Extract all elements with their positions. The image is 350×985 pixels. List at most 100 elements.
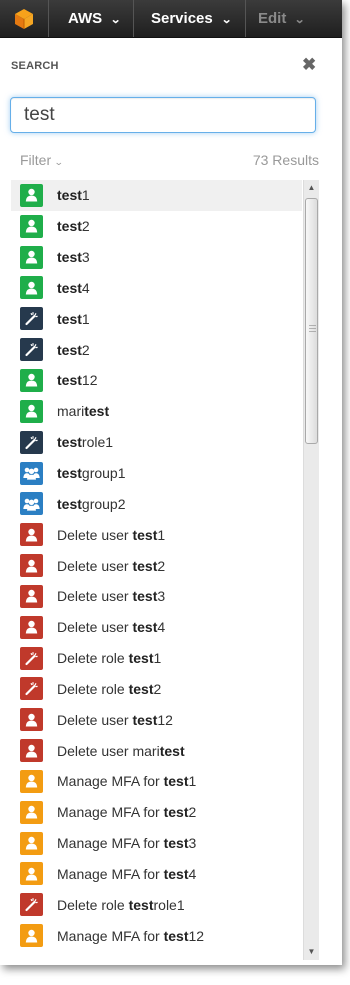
result-label: test3: [57, 249, 90, 265]
mfa-user-icon: [20, 769, 43, 793]
label-text: 2: [153, 680, 162, 697]
label-text: 12: [188, 927, 205, 944]
result-item[interactable]: Manage MFA for test4: [11, 859, 302, 890]
result-item[interactable]: Delete user test4: [11, 612, 302, 643]
result-item[interactable]: Delete user test1: [11, 519, 302, 550]
role-wand-icon: [20, 338, 43, 362]
result-item[interactable]: maritest: [11, 396, 302, 427]
match-text: test: [163, 835, 189, 852]
result-item[interactable]: Delete user test3: [11, 581, 302, 612]
user-icon: [20, 214, 43, 238]
result-label: test1: [57, 187, 90, 203]
grip-icon: — — —: [309, 322, 316, 335]
label-text: 1: [188, 773, 197, 790]
delete-role-icon: [20, 646, 43, 670]
results-list: test1 test2 test3 test4 test1 test2 test12 mari…: [11, 180, 302, 960]
mfa-user-icon: [20, 862, 43, 886]
match-text: test: [159, 742, 185, 759]
scrollbar-thumb[interactable]: — — —: [305, 198, 318, 444]
scroll-down-arrow-icon[interactable]: ▼: [304, 944, 319, 960]
label-text: 4: [188, 865, 197, 882]
label-text: 12: [81, 372, 98, 389]
result-item[interactable]: test12: [11, 365, 302, 396]
match-text: test: [128, 680, 154, 697]
label-text: Manage MFA for: [57, 927, 164, 944]
result-item[interactable]: test3: [11, 242, 302, 273]
filter-label: Filter: [20, 152, 52, 168]
result-label: test4: [57, 280, 90, 296]
result-item[interactable]: Delete role testrole1: [11, 889, 302, 920]
result-item[interactable]: Delete role test2: [11, 674, 302, 705]
result-item[interactable]: Delete user test12: [11, 704, 302, 735]
label-text: 4: [81, 279, 90, 296]
result-label: testrole1: [57, 434, 113, 450]
result-item[interactable]: test1: [11, 303, 302, 334]
label-text: group2: [81, 495, 126, 512]
result-label: testgroup2: [57, 496, 126, 512]
result-label: Manage MFA for test2: [57, 804, 196, 820]
result-item[interactable]: test4: [11, 273, 302, 304]
result-item[interactable]: Manage MFA for test12: [11, 920, 302, 951]
chevron-down-icon: ⌄: [294, 14, 306, 26]
result-label: Delete user maritest: [57, 743, 185, 759]
label-text: Manage MFA for: [57, 773, 164, 790]
match-text: test: [57, 218, 82, 235]
result-label: Delete user test4: [57, 619, 165, 635]
label-text: 3: [81, 249, 90, 266]
nav-services-menu[interactable]: Services ⌄: [151, 0, 232, 37]
mfa-user-icon: [20, 800, 43, 824]
result-item[interactable]: test2: [11, 334, 302, 365]
match-text: test: [132, 619, 158, 636]
match-text: test: [57, 279, 82, 296]
filter-dropdown[interactable]: Filter ⌄: [20, 152, 64, 168]
user-icon: [20, 276, 43, 300]
label-text: 1: [157, 526, 166, 543]
match-text: test: [57, 495, 82, 512]
result-item[interactable]: Manage MFA for test2: [11, 797, 302, 828]
label-text: group1: [81, 465, 126, 482]
label-text: Delete role: [57, 650, 129, 667]
nav-edit-menu[interactable]: Edit ⌄: [258, 0, 305, 37]
result-label: Manage MFA for test12: [57, 928, 204, 944]
result-item[interactable]: Manage MFA for test1: [11, 766, 302, 797]
chevron-down-icon: ⌄: [110, 14, 122, 26]
result-item[interactable]: Delete user test2: [11, 550, 302, 581]
nav-aws-menu[interactable]: AWS ⌄: [68, 0, 122, 37]
result-label: Delete user test1: [57, 527, 165, 543]
close-icon[interactable]: ✖: [302, 55, 316, 75]
label-text: Manage MFA for: [57, 865, 164, 882]
result-item[interactable]: Manage MFA for test3: [11, 828, 302, 859]
label-text: Delete user: [57, 619, 133, 636]
user-icon: [20, 368, 43, 392]
results-count: 73 Results: [252, 152, 319, 168]
match-text: test: [163, 804, 189, 821]
result-item[interactable]: Delete user maritest: [11, 735, 302, 766]
results-scrollbar[interactable]: ▲ — — — ▼: [303, 180, 319, 960]
top-navbar: AWS ⌄ Services ⌄ Edit ⌄: [0, 0, 342, 38]
search-field[interactable]: [10, 97, 316, 133]
result-item[interactable]: test2: [11, 211, 302, 242]
match-text: test: [128, 650, 154, 667]
nav-divider: [133, 0, 134, 37]
scroll-up-arrow-icon[interactable]: ▲: [304, 180, 319, 196]
search-input[interactable]: [11, 98, 315, 132]
result-item[interactable]: test1: [11, 180, 302, 211]
result-label: test2: [57, 218, 90, 234]
label-text: Delete user: [57, 588, 133, 605]
match-text: test: [132, 557, 158, 574]
result-item[interactable]: testgroup2: [11, 488, 302, 519]
mfa-user-icon: [20, 831, 43, 855]
result-item[interactable]: testgroup1: [11, 458, 302, 489]
delete-user-icon: [20, 739, 43, 763]
group-icon: [20, 492, 43, 516]
result-label: testgroup1: [57, 465, 126, 481]
label-text: mari: [57, 403, 85, 420]
result-item[interactable]: testrole1: [11, 427, 302, 458]
aws-cube-icon[interactable]: [0, 0, 48, 37]
delete-user-icon: [20, 615, 43, 639]
delete-user-icon: [20, 523, 43, 547]
result-item[interactable]: Delete role test1: [11, 643, 302, 674]
match-text: test: [132, 588, 158, 605]
label-text: Delete user: [57, 526, 133, 543]
label-text: 3: [188, 835, 197, 852]
